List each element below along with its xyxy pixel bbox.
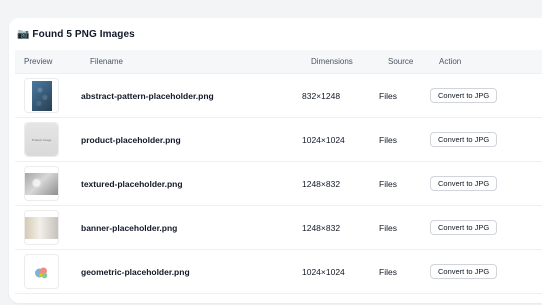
dimensions-cell: 1248×832 [302, 222, 341, 233]
convert-to-jpg-button[interactable]: Convert to JPG [430, 176, 498, 191]
banner-image [25, 216, 58, 239]
column-dimensions: Dimensions [311, 57, 353, 66]
column-preview: Preview [24, 57, 53, 66]
geometric-thumbnail [24, 254, 59, 289]
dimensions-cell: 1024×1024 [302, 266, 345, 277]
table-row: banner-placeholder.png 1248×832 Files Co… [15, 206, 542, 250]
geometric-image [34, 267, 47, 278]
textured-thumbnail [24, 166, 59, 201]
action-cell: Convert to JPG [430, 264, 516, 279]
column-action: Action [439, 57, 462, 66]
results-card: 📷 Found 5 PNG Images Preview Filename Di… [9, 18, 542, 303]
table-row: Product Image product-placeholder.png 10… [15, 118, 542, 162]
action-cell: Convert to JPG [430, 88, 516, 103]
convert-to-jpg-button[interactable]: Convert to JPG [430, 264, 498, 279]
source-cell: Files [379, 134, 397, 145]
filename-cell: textured-placeholder.png [81, 178, 183, 189]
dimensions-cell: 1248×832 [302, 178, 341, 189]
source-cell: Files [379, 90, 397, 101]
preview-cell [15, 166, 81, 201]
source-cell: Files [379, 266, 397, 277]
convert-to-jpg-button[interactable]: Convert to JPG [430, 88, 498, 103]
source-cell: Files [379, 222, 397, 233]
abstract-pattern-thumbnail [24, 78, 59, 113]
results-header: 📷 Found 5 PNG Images [17, 27, 135, 41]
column-filename: Filename [90, 57, 123, 66]
table-row: textured-placeholder.png 1248×832 Files … [15, 162, 542, 206]
top-bar [0, 0, 542, 9]
convert-to-jpg-button[interactable]: Convert to JPG [430, 220, 498, 235]
banner-thumbnail [24, 210, 59, 245]
action-cell: Convert to JPG [430, 176, 516, 191]
filename-cell: banner-placeholder.png [81, 222, 178, 233]
product-image: Product Image [25, 123, 58, 156]
column-source: Source [388, 57, 414, 66]
product-thumbnail: Product Image [24, 122, 59, 157]
textured-image [25, 172, 58, 195]
product-image-label: Product Image [31, 137, 52, 142]
table-row: geometric-placeholder.png 1024×1024 File… [15, 250, 542, 294]
convert-to-jpg-button[interactable]: Convert to JPG [430, 132, 498, 147]
action-cell: Convert to JPG [430, 220, 516, 235]
dimensions-cell: 1024×1024 [302, 134, 345, 145]
table-header: Preview Filename Dimensions Source Actio… [15, 50, 542, 74]
action-cell: Convert to JPG [430, 132, 516, 147]
preview-cell [15, 210, 81, 245]
table-row: abstract-pattern-placeholder.png 832×124… [15, 74, 542, 118]
images-table: Preview Filename Dimensions Source Actio… [15, 50, 542, 294]
results-title: 📷 Found 5 PNG Images [17, 28, 135, 40]
filename-cell: abstract-pattern-placeholder.png [81, 90, 214, 101]
preview-cell [15, 254, 81, 289]
filename-cell: geometric-placeholder.png [81, 266, 190, 277]
dimensions-cell: 832×1248 [302, 90, 341, 101]
source-cell: Files [379, 178, 397, 189]
filename-cell: product-placeholder.png [81, 134, 181, 145]
preview-cell [15, 78, 81, 113]
preview-cell: Product Image [15, 122, 81, 157]
abstract-pattern-image [31, 80, 52, 111]
